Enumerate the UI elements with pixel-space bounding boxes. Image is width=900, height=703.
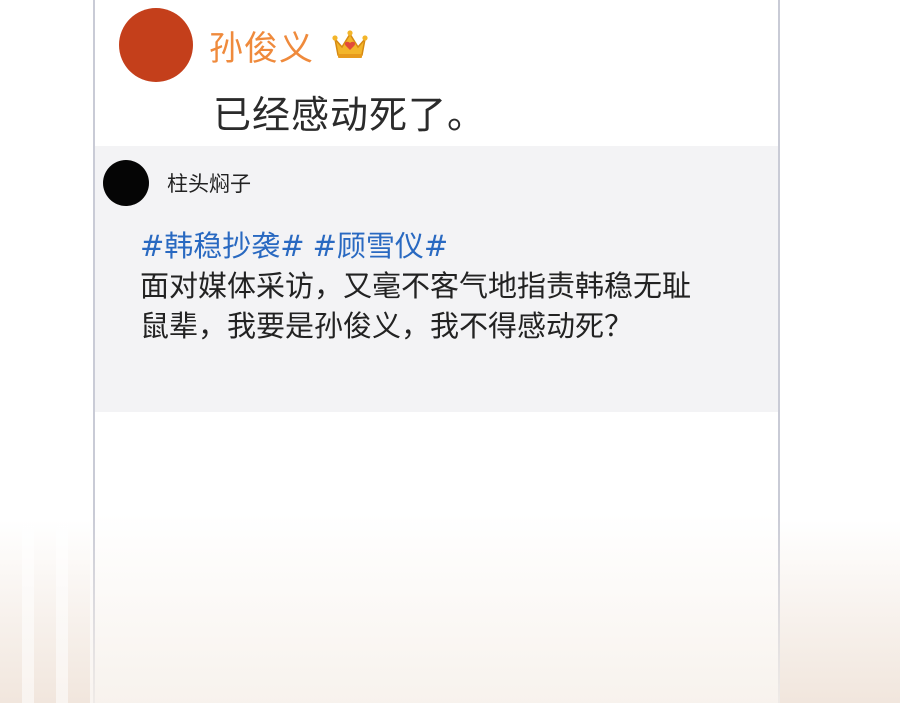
avatar[interactable] xyxy=(119,8,193,82)
comment-author-row: 孙俊义 xyxy=(119,8,368,82)
hashtag-link[interactable]: #顾雪仪# xyxy=(313,229,449,263)
quoted-post[interactable]: 柱头焖子 #韩稳抄袭# #顾雪仪# 面对媒体采访，又毫不客气地指责韩稳无耻 鼠辈，… xyxy=(95,146,778,412)
hashtag-row: #韩稳抄袭# #顾雪仪# xyxy=(140,226,760,266)
quoted-text-line: 面对媒体采访，又毫不客气地指责韩稳无耻 xyxy=(140,269,692,303)
quoted-username[interactable]: 柱头焖子 xyxy=(167,168,251,198)
comment-text: 已经感动死了。 xyxy=(213,93,487,137)
quoted-post-header: 柱头焖子 xyxy=(103,160,251,206)
quoted-text-line: 鼠辈，我要是孙俊义，我不得感动死？ xyxy=(140,309,634,343)
comment-card: 孙俊义 已经感动死了。 柱头焖子 #韩稳抄袭# #顾雪仪# 面对媒体采访，又毫不客… xyxy=(93,0,780,703)
quoted-post-body: #韩稳抄袭# #顾雪仪# 面对媒体采访，又毫不客气地指责韩稳无耻 鼠辈，我要是孙俊… xyxy=(140,226,760,346)
crown-icon xyxy=(332,30,368,60)
author-name[interactable]: 孙俊义 xyxy=(209,21,314,70)
quoted-avatar[interactable] xyxy=(103,160,149,206)
hashtag-link[interactable]: #韩稳抄袭# xyxy=(140,229,305,263)
